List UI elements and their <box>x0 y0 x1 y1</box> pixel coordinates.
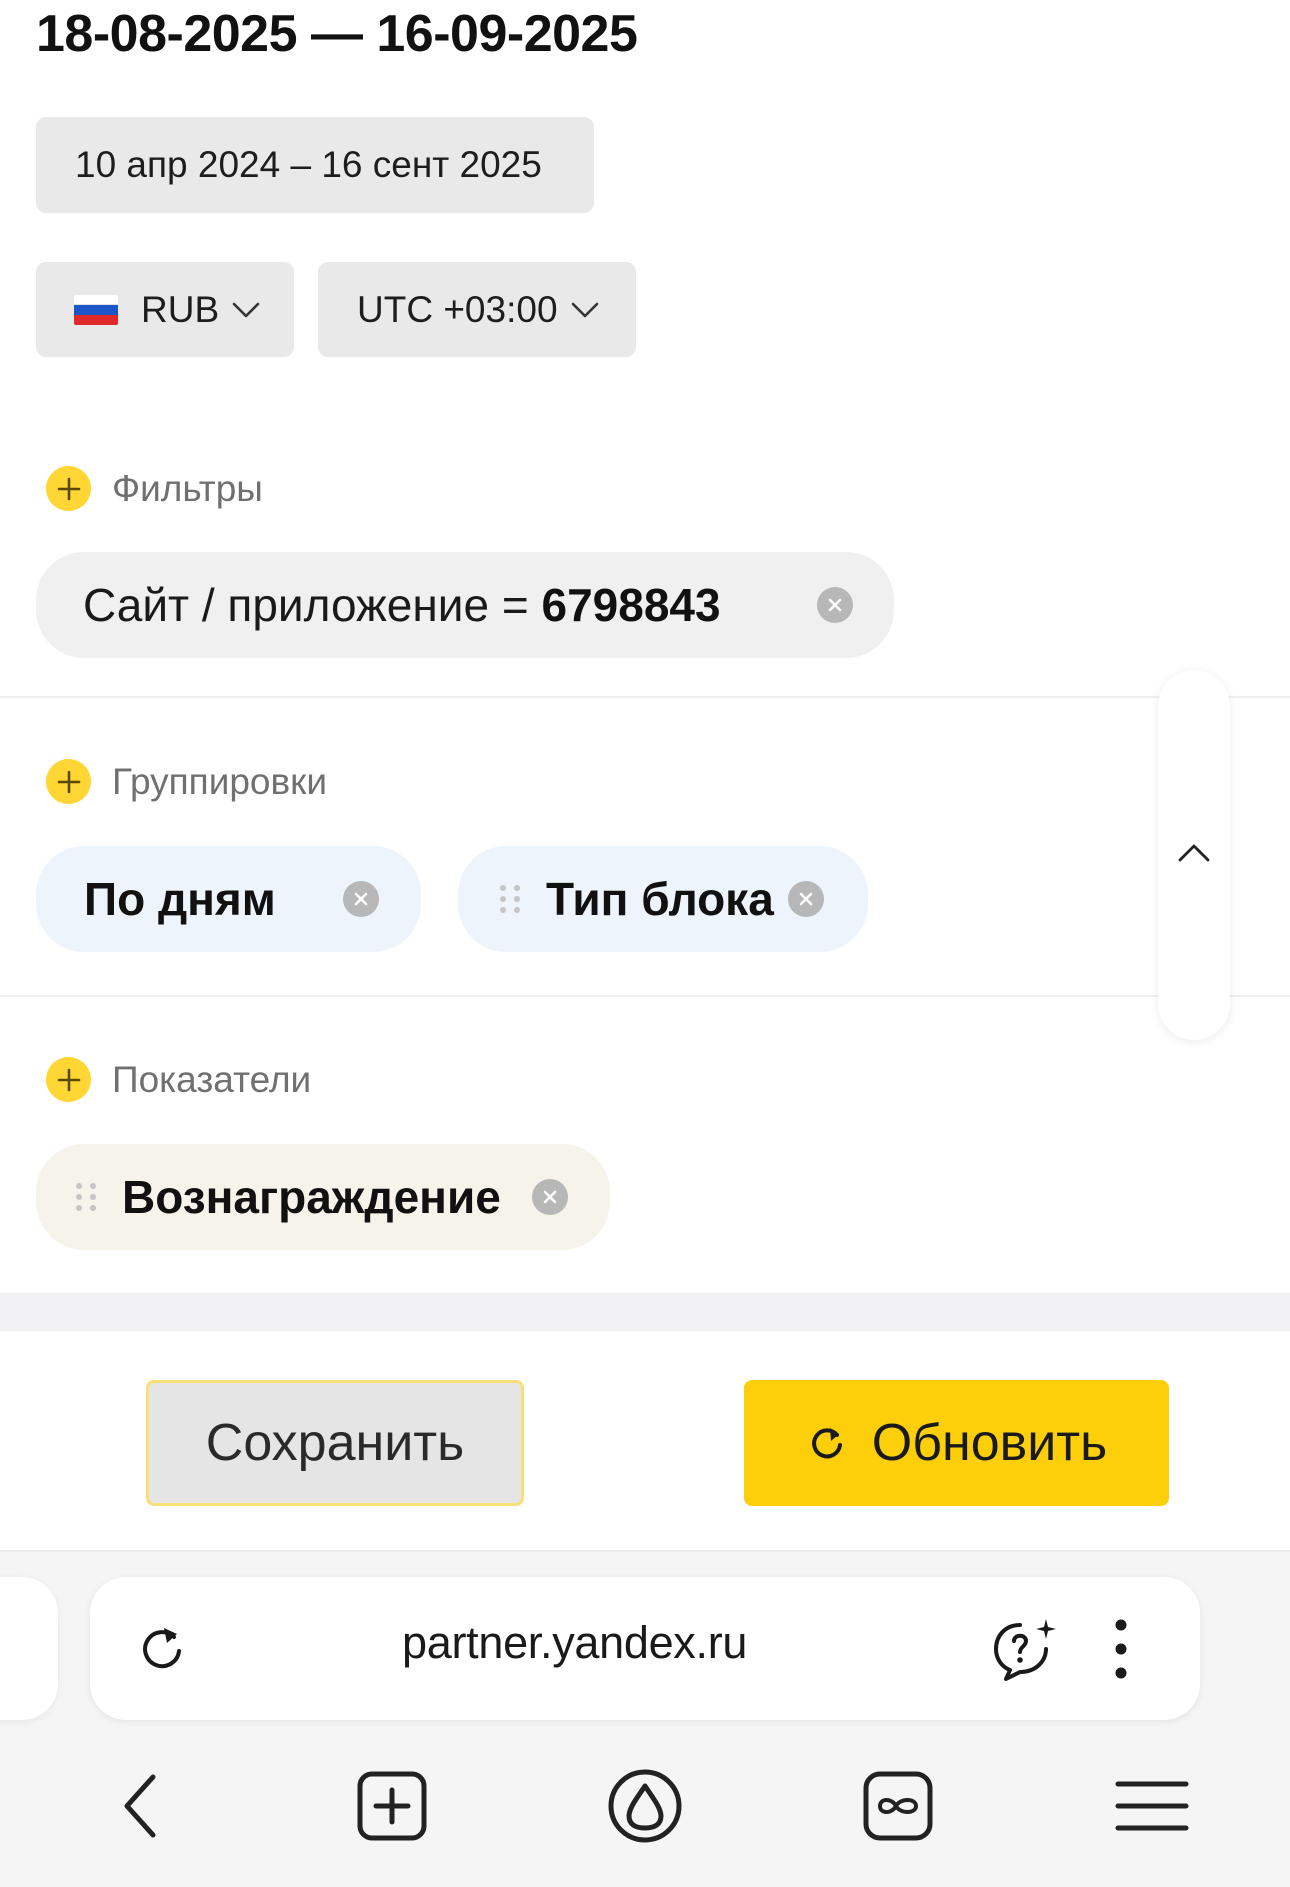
add-grouping-button[interactable]: Группировки <box>46 759 327 804</box>
section-divider <box>0 995 1290 997</box>
clear-icon[interactable] <box>788 881 824 917</box>
refresh-button[interactable]: Обновить <box>744 1380 1169 1506</box>
plus-icon <box>46 759 91 804</box>
plus-icon <box>46 1057 91 1102</box>
drag-handle-icon[interactable] <box>76 1180 98 1214</box>
grouping-chip-block-type[interactable]: Тип блока <box>458 846 868 952</box>
clear-icon[interactable] <box>817 587 853 623</box>
section-divider <box>0 696 1290 698</box>
reload-icon[interactable] <box>134 1621 190 1677</box>
plus-icon <box>46 466 91 511</box>
clear-icon[interactable] <box>343 881 379 917</box>
date-range-picker[interactable]: 10 апр 2024 – 16 сент 2025 <box>36 117 594 213</box>
filter-chip-site[interactable]: Сайт / приложение = 6798843 <box>36 552 894 658</box>
russia-flag-icon <box>74 294 118 325</box>
collapse-panel-button[interactable] <box>1158 670 1230 1040</box>
address-bar[interactable]: partner.yandex.ru <box>90 1577 1200 1720</box>
alice-icon[interactable] <box>605 1766 685 1846</box>
add-filter-button[interactable]: Фильтры <box>46 466 263 511</box>
timezone-select[interactable]: UTC +03:00 <box>318 262 636 357</box>
filter-chip-label: Сайт / приложение = <box>83 579 542 631</box>
hamburger-menu-icon[interactable] <box>1112 1766 1192 1846</box>
filter-chip-value: 6798843 <box>541 579 721 631</box>
filters-section-title: Фильтры <box>112 467 263 509</box>
currency-select[interactable]: RUB <box>36 262 294 357</box>
more-vertical-icon[interactable] <box>1112 1617 1130 1681</box>
refresh-icon <box>811 1428 842 1459</box>
report-date-range-title: 18-08-2025 — 16-09-2025 <box>36 5 638 63</box>
ai-help-icon[interactable] <box>990 1615 1062 1683</box>
previous-tab-edge[interactable] <box>0 1577 58 1720</box>
new-tab-icon[interactable] <box>352 1766 432 1846</box>
url-text[interactable]: partner.yandex.ru <box>402 1617 747 1669</box>
date-range-label: 10 апр 2024 – 16 сент 2025 <box>75 144 542 185</box>
metric-chip-reward[interactable]: Вознаграждение <box>36 1144 610 1250</box>
grouping-chip-label: Тип блока <box>546 873 774 925</box>
drag-handle-icon[interactable] <box>500 882 522 916</box>
add-metric-button[interactable]: Показатели <box>46 1057 311 1102</box>
grouping-chip-label: По дням <box>84 873 276 925</box>
chevron-down-icon <box>571 302 598 317</box>
clear-icon[interactable] <box>532 1179 568 1215</box>
save-button[interactable]: Сохранить <box>146 1380 524 1506</box>
save-button-label: Сохранить <box>205 1414 465 1472</box>
refresh-button-label: Обновить <box>871 1414 1108 1472</box>
timezone-label: UTC +03:00 <box>357 288 558 330</box>
chevron-up-icon <box>1178 844 1210 862</box>
chevron-down-icon <box>232 302 260 317</box>
section-separator <box>0 1293 1290 1331</box>
grouping-chip-by-days[interactable]: По дням <box>36 846 421 952</box>
metric-chip-label: Вознаграждение <box>122 1171 501 1223</box>
groupings-section-title: Группировки <box>112 760 328 802</box>
metrics-section-title: Показатели <box>112 1058 312 1100</box>
back-icon[interactable] <box>100 1766 180 1846</box>
currency-label: RUB <box>141 288 220 330</box>
tabs-icon[interactable] <box>858 1766 938 1846</box>
